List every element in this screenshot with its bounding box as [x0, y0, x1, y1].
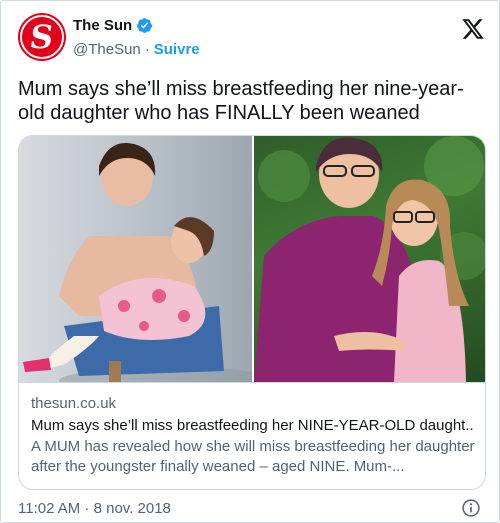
photo-mother-hugging-daughter[interactable] [254, 136, 485, 382]
link-card[interactable]: thesun.co.uk Mum says she’ll miss breast… [18, 135, 486, 490]
account-name-row: The Sun [73, 17, 153, 34]
card-images[interactable] [19, 136, 485, 382]
tweet-text: Mum says she’ll miss breastfeeding her n… [18, 78, 464, 124]
tweet-embed: S The Sun @TheSun · Suivre Mum says she’… [0, 0, 500, 523]
avatar-letter: S [27, 18, 57, 56]
photo-illustration-right [254, 136, 485, 382]
card-body[interactable]: thesun.co.uk Mum says she’ll miss breast… [19, 382, 485, 489]
follow-button[interactable]: Suivre [154, 41, 200, 58]
handle-row: @TheSun · Suivre [73, 41, 200, 58]
x-logo-icon[interactable] [461, 17, 485, 41]
info-icon[interactable] [461, 498, 481, 518]
photo-mother-breastfeeding-daughter[interactable] [19, 136, 252, 382]
handle[interactable]: @TheSun [73, 41, 141, 58]
photo-illustration-left [23, 142, 252, 382]
separator: · [144, 41, 150, 58]
card-domain: thesun.co.uk [31, 395, 117, 412]
the-sun-logo-icon: S [20, 15, 64, 59]
verified-badge-icon [137, 18, 153, 33]
avatar[interactable]: S [18, 13, 66, 61]
display-name[interactable]: The Sun [73, 17, 132, 34]
timestamp[interactable]: 11:02 AM · 8 nov. 2018 [18, 500, 171, 517]
card-title[interactable]: Mum says she’ll miss breastfeeding her N… [31, 416, 475, 436]
card-description: A MUM has revealed how she will miss bre… [31, 438, 475, 475]
